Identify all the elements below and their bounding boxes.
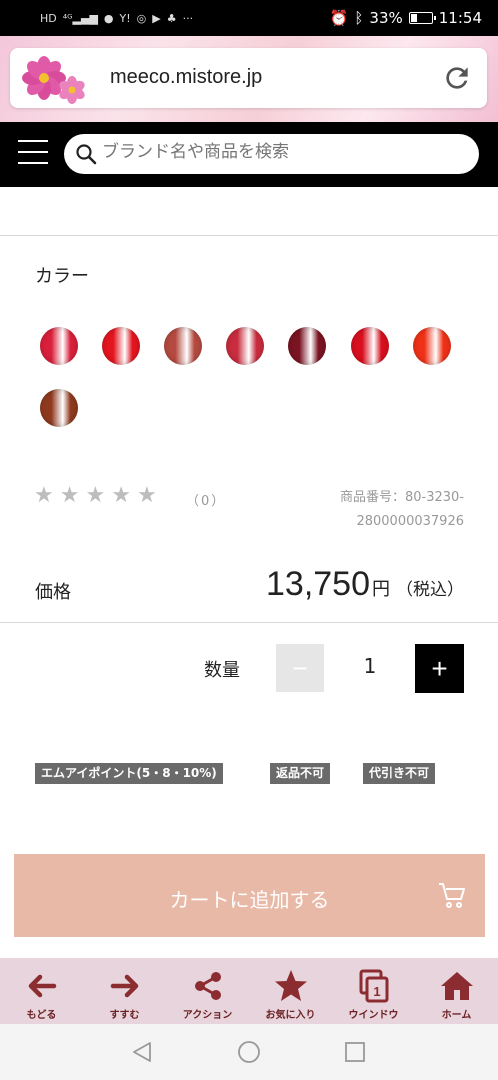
window-count: 1: [373, 984, 380, 999]
home-button[interactable]: ホーム: [415, 958, 498, 1024]
yahoo-icon: Y!: [119, 11, 131, 25]
battery-percent: 33%: [369, 9, 403, 27]
color-swatch[interactable]: [226, 327, 264, 365]
site-header: [0, 122, 498, 187]
bluetooth-icon: ᛒ: [354, 9, 364, 27]
back-arrow-icon: [28, 974, 56, 998]
divider: [0, 622, 498, 623]
forward-button[interactable]: すすむ: [83, 958, 166, 1024]
status-icons: HD ⁴ᴳ▂▄▆ ● Y! ◎ ▶ ♣ ···: [40, 12, 193, 25]
favorites-button[interactable]: お気に入り: [249, 958, 332, 1024]
reload-icon[interactable]: [441, 62, 473, 94]
color-swatch[interactable]: [164, 327, 202, 365]
color-swatch[interactable]: [288, 327, 326, 365]
line-icon: ●: [103, 11, 114, 25]
quantity-label: 数量: [204, 660, 240, 681]
product-code-line2: 2800000037926: [356, 514, 464, 529]
rating-stars: ★ ★ ★ ★ ★: [34, 484, 157, 508]
home-label: ホーム: [441, 1010, 472, 1021]
action-label: アクション: [182, 1010, 233, 1021]
browser-toolbar: もどる すすむ アクション お気に入り 1 ウインドウ ホーム: [0, 958, 498, 1024]
review-count: （0）: [186, 494, 227, 509]
status-bar: HD ⁴ᴳ▂▄▆ ● Y! ◎ ▶ ♣ ··· ⏰ ᛒ 33% 11:54: [0, 0, 498, 36]
divider: [0, 235, 498, 236]
window-label: ウインドウ: [348, 1010, 399, 1021]
cosmos-flower-logo-icon: [22, 56, 85, 104]
price-value: 13,750: [266, 565, 370, 603]
nav-recents-icon[interactable]: [343, 1040, 367, 1064]
add-to-cart-label: カートに追加する: [169, 890, 330, 912]
action-button[interactable]: アクション: [166, 958, 249, 1024]
window-button[interactable]: 1 ウインドウ: [332, 958, 415, 1024]
tag-no-cod: 代引き不可: [363, 763, 436, 784]
url-text: meeco.mistore.jp: [110, 66, 263, 88]
price-label: 価格: [35, 582, 71, 603]
back-button[interactable]: もどる: [0, 958, 83, 1024]
clock: 11:54: [438, 9, 482, 27]
color-swatch[interactable]: [102, 327, 140, 365]
address-bar[interactable]: meeco.mistore.jp: [10, 48, 487, 108]
wifi-icon: ◎: [136, 11, 147, 25]
battery-icon: [408, 12, 436, 24]
search-bar[interactable]: [64, 134, 479, 174]
alarm-icon: ⏰: [329, 9, 349, 27]
share-icon: [194, 972, 221, 1000]
color-swatch[interactable]: [351, 327, 389, 365]
browser-bar: meeco.mistore.jp: [0, 36, 498, 122]
favorites-label: お気に入り: [265, 1010, 316, 1021]
search-icon: [76, 144, 97, 165]
color-heading: カラー: [35, 266, 89, 287]
color-swatch[interactable]: [40, 389, 78, 427]
play-store-icon: ▶: [152, 11, 161, 25]
quantity-plus-button[interactable]: +: [415, 644, 464, 693]
window-icon: 1: [359, 969, 388, 1003]
forward-label: すすむ: [109, 1010, 140, 1021]
star-icon: ★: [136, 483, 157, 508]
tag-no-return: 返品不可: [270, 763, 331, 784]
color-swatch[interactable]: [40, 327, 78, 365]
back-label: もどる: [26, 1010, 57, 1021]
product-code: 商品番号：80-3230- 2800000037926: [304, 486, 464, 534]
tag-points: エムアイポイント(5・8・10%): [35, 763, 223, 784]
nav-back-icon[interactable]: [130, 1040, 154, 1064]
menu-icon[interactable]: [18, 140, 48, 168]
color-swatch[interactable]: [413, 327, 451, 365]
price-tax: （税込）: [396, 580, 464, 600]
star-icon: ★: [34, 483, 54, 508]
more-icon: ···: [182, 11, 194, 25]
product-code-line1: 商品番号：80-3230-: [339, 490, 464, 505]
4g-signal-icon: ⁴ᴳ▂▄▆: [62, 11, 98, 25]
quantity-value[interactable]: 1: [350, 654, 390, 678]
add-to-cart-button[interactable]: カートに追加する: [14, 854, 485, 937]
hd-icon: HD: [40, 11, 57, 25]
forward-arrow-icon: [110, 974, 138, 998]
nav-home-icon[interactable]: [237, 1040, 261, 1064]
android-nav-bar: [0, 1024, 498, 1080]
star-icon: ★: [111, 483, 131, 508]
android-icon: ♣: [166, 11, 177, 25]
star-icon: [274, 970, 307, 1001]
star-icon: ★: [85, 483, 106, 508]
quantity-minus-button[interactable]: −: [276, 644, 324, 692]
star-icon: ★: [59, 483, 80, 508]
search-input[interactable]: [102, 142, 462, 162]
home-icon: [440, 972, 473, 1000]
cart-icon: [439, 883, 465, 908]
price-unit: 円: [372, 579, 390, 600]
price: 13,750 円 （税込）: [266, 565, 464, 604]
